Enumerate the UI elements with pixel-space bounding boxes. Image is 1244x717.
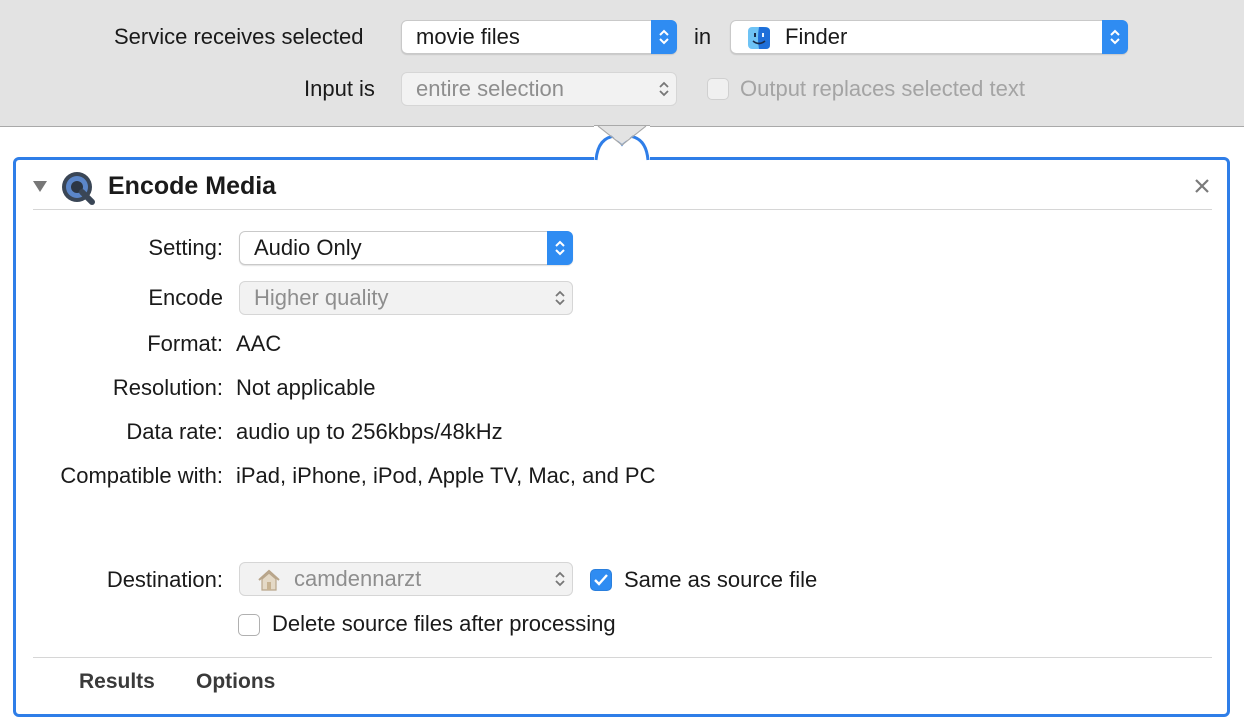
same-as-source-label: Same as source file xyxy=(624,567,818,592)
popup-stepper-icon xyxy=(1102,20,1128,54)
tab-options[interactable]: Options xyxy=(196,670,275,694)
resolution-value: Not applicable xyxy=(236,375,376,400)
same-as-source-checkbox[interactable] xyxy=(590,569,612,591)
data-rate-label: Data rate: xyxy=(126,419,223,444)
application-value: Finder xyxy=(785,24,848,49)
input-is-value: entire selection xyxy=(416,76,564,101)
popup-stepper-icon xyxy=(547,281,573,315)
encode-value: Higher quality xyxy=(254,285,389,310)
setting-popup[interactable]: Audio Only xyxy=(239,231,573,265)
in-label: in xyxy=(694,24,712,49)
output-replaces-checkbox[interactable] xyxy=(707,78,729,100)
popup-stepper-icon xyxy=(651,20,677,54)
checkmark-icon xyxy=(594,574,608,586)
input-type-popup[interactable]: movie files xyxy=(401,20,677,54)
input-is-popup[interactable]: entire selection xyxy=(401,72,677,106)
home-folder-icon xyxy=(256,568,282,592)
delete-source-checkbox[interactable] xyxy=(238,614,260,636)
popup-stepper-icon xyxy=(547,231,573,265)
finder-icon xyxy=(747,26,771,50)
destination-label: Destination: xyxy=(106,567,223,592)
disclosure-triangle-icon[interactable] xyxy=(31,177,49,195)
data-rate-value: audio up to 256kbps/48kHz xyxy=(236,419,503,444)
tab-results[interactable]: Results xyxy=(79,670,155,694)
compatible-value: iPad, iPhone, iPod, Apple TV, Mac, and P… xyxy=(236,463,656,488)
input-type-value: movie files xyxy=(416,24,520,49)
resolution-label: Resolution: xyxy=(112,375,223,400)
popup-stepper-icon xyxy=(547,562,573,596)
service-receives-label: Service receives selected xyxy=(114,24,364,49)
header-divider xyxy=(33,209,1212,210)
footer-divider xyxy=(33,657,1212,658)
format-label: Format: xyxy=(147,331,223,356)
close-icon[interactable] xyxy=(1192,176,1212,196)
quicktime-icon xyxy=(60,170,96,206)
service-config-bar: Service receives selected movie files in… xyxy=(0,0,1244,127)
application-popup[interactable]: Finder xyxy=(730,20,1128,54)
destination-value: camdennarzt xyxy=(294,566,422,591)
setting-value: Audio Only xyxy=(254,235,362,260)
setting-label: Setting: xyxy=(148,235,223,260)
output-replaces-label: Output replaces selected text xyxy=(740,76,1025,101)
connector-notch xyxy=(594,125,650,165)
action-title: Encode Media xyxy=(108,172,277,200)
destination-popup[interactable]: camdennarzt xyxy=(239,562,573,596)
input-is-label: Input is xyxy=(304,76,375,101)
encode-popup[interactable]: Higher quality xyxy=(239,281,573,315)
format-value: AAC xyxy=(236,331,282,356)
compatible-label: Compatible with: xyxy=(60,463,223,488)
delete-source-label: Delete source files after processing xyxy=(272,611,616,636)
encode-label: Encode xyxy=(148,285,223,310)
popup-stepper-icon xyxy=(651,72,677,106)
